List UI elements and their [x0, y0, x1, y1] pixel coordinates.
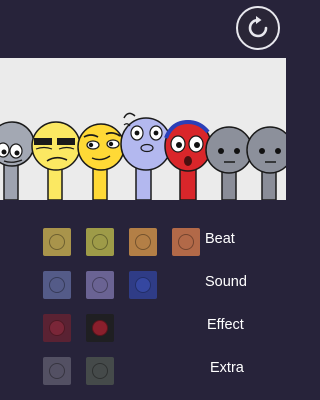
extra-slot-2[interactable] — [86, 357, 114, 385]
lavender-character[interactable] — [120, 112, 172, 200]
beat-slot-icon — [49, 234, 65, 250]
beat-slot-icon — [135, 234, 151, 250]
extra-label: Extra — [210, 360, 244, 376]
reset-button[interactable] — [236, 6, 280, 50]
effect-slot-icon — [92, 320, 108, 336]
effect-label: Effect — [207, 317, 244, 333]
sound-slot-icon — [135, 277, 151, 293]
sound-label: Sound — [205, 274, 247, 290]
gray-character-3[interactable] — [246, 126, 286, 200]
effect-slot-2[interactable] — [86, 314, 114, 342]
character-stage — [0, 58, 286, 200]
sound-panel: Beat Sound Effect Extra — [0, 200, 286, 400]
yellow-character-1[interactable] — [31, 121, 81, 200]
top-bar — [0, 0, 286, 58]
beat-slot-icon — [92, 234, 108, 250]
reset-icon — [248, 16, 268, 38]
sound-slot-2[interactable] — [86, 271, 114, 299]
extra-slot-icon — [49, 363, 65, 379]
effect-slot-icon — [49, 320, 65, 336]
beat-slot-3[interactable] — [129, 228, 157, 256]
extra-slot-1[interactable] — [43, 357, 71, 385]
beat-slot-icon — [178, 234, 194, 250]
beat-slot-4[interactable] — [172, 228, 200, 256]
yellow-character-2[interactable] — [77, 123, 125, 200]
extra-slot-icon — [92, 363, 108, 379]
gray-character-2[interactable] — [205, 126, 253, 200]
sound-slot-icon — [92, 277, 108, 293]
character-lineup — [0, 112, 286, 200]
sound-slot-1[interactable] — [43, 271, 71, 299]
beat-slot-2[interactable] — [86, 228, 114, 256]
effect-slot-1[interactable] — [43, 314, 71, 342]
gray-character[interactable] — [0, 121, 35, 200]
sound-slot-icon — [49, 277, 65, 293]
red-character[interactable] — [164, 119, 212, 200]
beat-slot-1[interactable] — [43, 228, 71, 256]
beat-label: Beat — [205, 231, 235, 247]
sound-slot-3[interactable] — [129, 271, 157, 299]
